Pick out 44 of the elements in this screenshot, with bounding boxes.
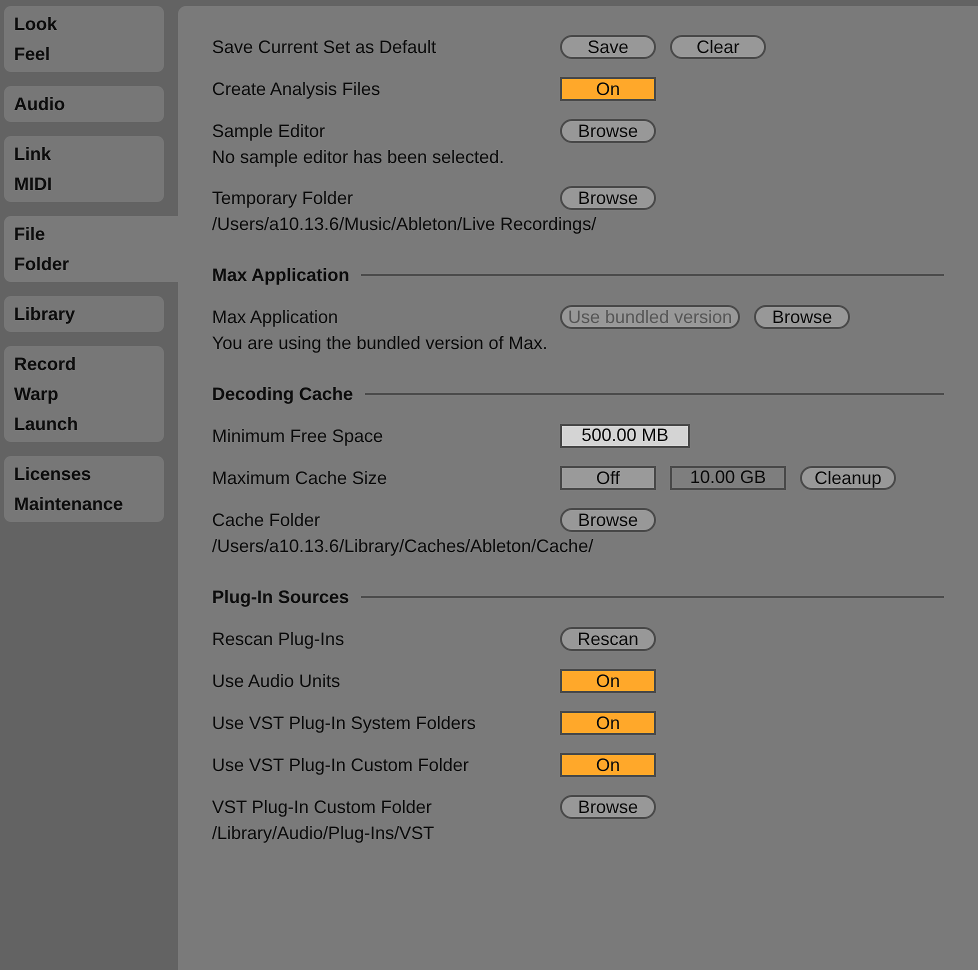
setting-label: Create Analysis Files [212,78,382,101]
setting-label: Max Application [212,306,340,329]
setting-label: Use VST Plug-In System Folders [212,712,477,735]
info-text: No sample editor has been selected. [212,146,506,169]
toggle-button[interactable]: On [560,77,656,101]
sidebar-tab[interactable]: Record Warp Launch [4,346,164,442]
pill-button[interactable]: Rescan [560,627,656,651]
pill-button[interactable]: Save [560,35,656,59]
setting-label: Maximum Cache Size [212,466,388,490]
setting-label: Use VST Plug-In Custom Folder [212,754,470,777]
toggle-button[interactable]: On [560,753,656,777]
sidebar-tab[interactable]: Look Feel [4,6,164,72]
pill-button[interactable]: Browse [560,186,656,210]
value-field[interactable]: 10.00 GB [670,466,786,490]
pill-button[interactable]: Browse [560,795,656,819]
setting-label: Save Current Set as Default [212,36,438,58]
setting-label: Rescan Plug-Ins [212,628,346,651]
toggle-button[interactable]: Off [560,466,656,490]
sidebar-tab[interactable]: Link MIDI [4,136,164,202]
pill-button[interactable]: Browse [754,305,850,329]
info-text: You are using the bundled version of Max. [212,332,549,355]
info-text: /Users/a10.13.6/Library/Caches/Ableton/Cache/ [212,535,594,558]
toggle-button[interactable]: On [560,669,656,693]
pill-button[interactable]: Browse [560,119,656,143]
value-field[interactable]: 500.00 MB [560,424,690,448]
setting-label: Use Audio Units [212,670,342,692]
setting-label: Cache Folder [212,508,322,532]
info-text: /Users/a10.13.6/Music/Ableton/Live Recordings/ [212,213,598,236]
setting-label: VST Plug-In Custom Folder [212,796,433,819]
info-text: /Library/Audio/Plug-Ins/VST [212,822,436,845]
section-heading: Max Application [212,264,350,287]
pill-button[interactable]: Cleanup [800,466,896,490]
setting-label: Minimum Free Space [212,424,384,448]
pill-button[interactable]: Clear [670,35,766,59]
setting-label: Temporary Folder [212,186,354,210]
pill-button[interactable]: Browse [560,508,656,532]
sidebar-tab[interactable]: File Folder [4,216,178,282]
toggle-button[interactable]: On [560,711,656,735]
sidebar-tab[interactable]: Library [4,296,164,332]
section-heading: Plug-In Sources [212,586,350,609]
sidebar-tab[interactable]: Audio [4,86,164,122]
setting-label: Sample Editor [212,120,326,143]
sidebar-tab[interactable]: Licenses Maintenance [4,456,164,522]
section-heading: Decoding Cache [212,382,354,406]
